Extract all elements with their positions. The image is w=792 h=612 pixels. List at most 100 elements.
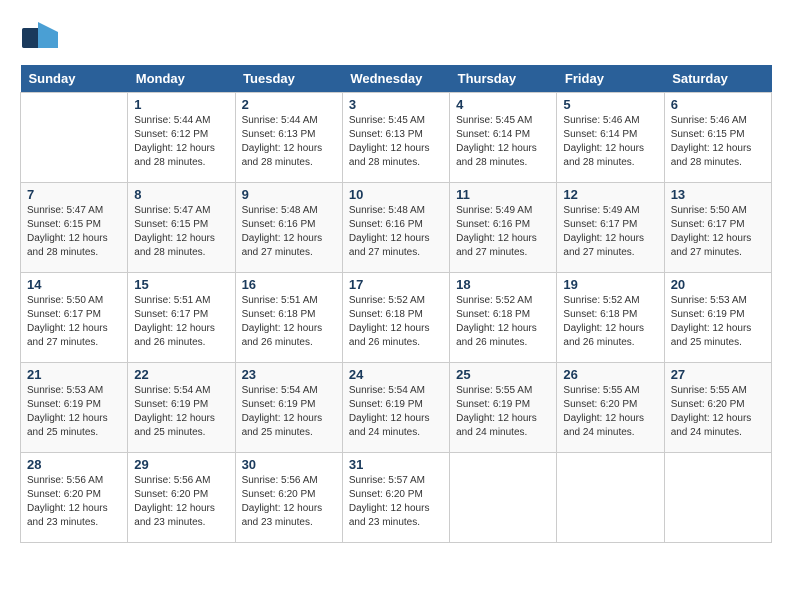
day-number: 15 <box>134 277 228 292</box>
day-number: 6 <box>671 97 765 112</box>
calendar-cell: 2 Sunrise: 5:44 AM Sunset: 6:13 PM Dayli… <box>235 93 342 183</box>
calendar-cell: 24 Sunrise: 5:54 AM Sunset: 6:19 PM Dayl… <box>342 363 449 453</box>
day-number: 16 <box>242 277 336 292</box>
day-info: Sunrise: 5:54 AM Sunset: 6:19 PM Dayligh… <box>134 384 228 440</box>
day-info: Sunrise: 5:44 AM Sunset: 6:12 PM Dayligh… <box>134 114 228 170</box>
day-info: Sunrise: 5:54 AM Sunset: 6:19 PM Dayligh… <box>242 384 336 440</box>
week-row-2: 7 Sunrise: 5:47 AM Sunset: 6:15 PM Dayli… <box>21 183 772 273</box>
day-number: 24 <box>349 367 443 382</box>
calendar-cell: 18 Sunrise: 5:52 AM Sunset: 6:18 PM Dayl… <box>450 273 557 363</box>
calendar-cell: 13 Sunrise: 5:50 AM Sunset: 6:17 PM Dayl… <box>664 183 771 273</box>
calendar-cell: 27 Sunrise: 5:55 AM Sunset: 6:20 PM Dayl… <box>664 363 771 453</box>
day-number: 4 <box>456 97 550 112</box>
calendar-cell: 30 Sunrise: 5:56 AM Sunset: 6:20 PM Dayl… <box>235 453 342 543</box>
day-number: 26 <box>563 367 657 382</box>
col-header-tuesday: Tuesday <box>235 65 342 93</box>
day-info: Sunrise: 5:47 AM Sunset: 6:15 PM Dayligh… <box>27 204 121 260</box>
day-info: Sunrise: 5:53 AM Sunset: 6:19 PM Dayligh… <box>671 294 765 350</box>
calendar-cell: 31 Sunrise: 5:57 AM Sunset: 6:20 PM Dayl… <box>342 453 449 543</box>
day-number: 20 <box>671 277 765 292</box>
day-info: Sunrise: 5:57 AM Sunset: 6:20 PM Dayligh… <box>349 474 443 530</box>
week-row-1: 1 Sunrise: 5:44 AM Sunset: 6:12 PM Dayli… <box>21 93 772 183</box>
page-header <box>20 20 772 55</box>
day-number: 1 <box>134 97 228 112</box>
day-number: 25 <box>456 367 550 382</box>
day-number: 27 <box>671 367 765 382</box>
day-info: Sunrise: 5:53 AM Sunset: 6:19 PM Dayligh… <box>27 384 121 440</box>
calendar-cell: 22 Sunrise: 5:54 AM Sunset: 6:19 PM Dayl… <box>128 363 235 453</box>
day-info: Sunrise: 5:49 AM Sunset: 6:16 PM Dayligh… <box>456 204 550 260</box>
day-number: 7 <box>27 187 121 202</box>
calendar-cell: 25 Sunrise: 5:55 AM Sunset: 6:19 PM Dayl… <box>450 363 557 453</box>
calendar-cell: 15 Sunrise: 5:51 AM Sunset: 6:17 PM Dayl… <box>128 273 235 363</box>
day-number: 31 <box>349 457 443 472</box>
day-number: 29 <box>134 457 228 472</box>
calendar-cell: 14 Sunrise: 5:50 AM Sunset: 6:17 PM Dayl… <box>21 273 128 363</box>
day-info: Sunrise: 5:55 AM Sunset: 6:20 PM Dayligh… <box>671 384 765 440</box>
day-info: Sunrise: 5:55 AM Sunset: 6:20 PM Dayligh… <box>563 384 657 440</box>
col-header-saturday: Saturday <box>664 65 771 93</box>
day-info: Sunrise: 5:56 AM Sunset: 6:20 PM Dayligh… <box>242 474 336 530</box>
day-number: 5 <box>563 97 657 112</box>
calendar-cell: 12 Sunrise: 5:49 AM Sunset: 6:17 PM Dayl… <box>557 183 664 273</box>
col-header-friday: Friday <box>557 65 664 93</box>
calendar-cell: 9 Sunrise: 5:48 AM Sunset: 6:16 PM Dayli… <box>235 183 342 273</box>
calendar-cell <box>21 93 128 183</box>
day-info: Sunrise: 5:56 AM Sunset: 6:20 PM Dayligh… <box>27 474 121 530</box>
day-number: 8 <box>134 187 228 202</box>
calendar-cell: 10 Sunrise: 5:48 AM Sunset: 6:16 PM Dayl… <box>342 183 449 273</box>
col-header-wednesday: Wednesday <box>342 65 449 93</box>
col-header-sunday: Sunday <box>21 65 128 93</box>
calendar-header-row: SundayMondayTuesdayWednesdayThursdayFrid… <box>21 65 772 93</box>
day-info: Sunrise: 5:48 AM Sunset: 6:16 PM Dayligh… <box>242 204 336 260</box>
calendar-cell: 17 Sunrise: 5:52 AM Sunset: 6:18 PM Dayl… <box>342 273 449 363</box>
day-info: Sunrise: 5:48 AM Sunset: 6:16 PM Dayligh… <box>349 204 443 260</box>
day-info: Sunrise: 5:49 AM Sunset: 6:17 PM Dayligh… <box>563 204 657 260</box>
day-number: 9 <box>242 187 336 202</box>
calendar-table: SundayMondayTuesdayWednesdayThursdayFrid… <box>20 65 772 543</box>
day-number: 12 <box>563 187 657 202</box>
col-header-monday: Monday <box>128 65 235 93</box>
calendar-cell: 19 Sunrise: 5:52 AM Sunset: 6:18 PM Dayl… <box>557 273 664 363</box>
calendar-cell: 6 Sunrise: 5:46 AM Sunset: 6:15 PM Dayli… <box>664 93 771 183</box>
calendar-cell: 8 Sunrise: 5:47 AM Sunset: 6:15 PM Dayli… <box>128 183 235 273</box>
calendar-cell: 3 Sunrise: 5:45 AM Sunset: 6:13 PM Dayli… <box>342 93 449 183</box>
calendar-cell: 20 Sunrise: 5:53 AM Sunset: 6:19 PM Dayl… <box>664 273 771 363</box>
logo <box>20 20 64 55</box>
day-info: Sunrise: 5:45 AM Sunset: 6:13 PM Dayligh… <box>349 114 443 170</box>
day-info: Sunrise: 5:50 AM Sunset: 6:17 PM Dayligh… <box>27 294 121 350</box>
day-info: Sunrise: 5:54 AM Sunset: 6:19 PM Dayligh… <box>349 384 443 440</box>
calendar-cell <box>450 453 557 543</box>
day-number: 23 <box>242 367 336 382</box>
col-header-thursday: Thursday <box>450 65 557 93</box>
day-number: 30 <box>242 457 336 472</box>
calendar-cell: 7 Sunrise: 5:47 AM Sunset: 6:15 PM Dayli… <box>21 183 128 273</box>
day-number: 21 <box>27 367 121 382</box>
day-number: 10 <box>349 187 443 202</box>
day-number: 22 <box>134 367 228 382</box>
day-info: Sunrise: 5:56 AM Sunset: 6:20 PM Dayligh… <box>134 474 228 530</box>
day-number: 11 <box>456 187 550 202</box>
day-number: 3 <box>349 97 443 112</box>
calendar-cell <box>664 453 771 543</box>
day-info: Sunrise: 5:51 AM Sunset: 6:18 PM Dayligh… <box>242 294 336 350</box>
week-row-3: 14 Sunrise: 5:50 AM Sunset: 6:17 PM Dayl… <box>21 273 772 363</box>
calendar-cell: 23 Sunrise: 5:54 AM Sunset: 6:19 PM Dayl… <box>235 363 342 453</box>
calendar-cell: 28 Sunrise: 5:56 AM Sunset: 6:20 PM Dayl… <box>21 453 128 543</box>
day-info: Sunrise: 5:44 AM Sunset: 6:13 PM Dayligh… <box>242 114 336 170</box>
day-info: Sunrise: 5:51 AM Sunset: 6:17 PM Dayligh… <box>134 294 228 350</box>
day-info: Sunrise: 5:47 AM Sunset: 6:15 PM Dayligh… <box>134 204 228 260</box>
calendar-cell: 29 Sunrise: 5:56 AM Sunset: 6:20 PM Dayl… <box>128 453 235 543</box>
day-number: 28 <box>27 457 121 472</box>
day-info: Sunrise: 5:46 AM Sunset: 6:15 PM Dayligh… <box>671 114 765 170</box>
day-info: Sunrise: 5:55 AM Sunset: 6:19 PM Dayligh… <box>456 384 550 440</box>
calendar-cell: 5 Sunrise: 5:46 AM Sunset: 6:14 PM Dayli… <box>557 93 664 183</box>
day-info: Sunrise: 5:46 AM Sunset: 6:14 PM Dayligh… <box>563 114 657 170</box>
day-info: Sunrise: 5:52 AM Sunset: 6:18 PM Dayligh… <box>349 294 443 350</box>
calendar-cell: 11 Sunrise: 5:49 AM Sunset: 6:16 PM Dayl… <box>450 183 557 273</box>
day-number: 14 <box>27 277 121 292</box>
day-info: Sunrise: 5:52 AM Sunset: 6:18 PM Dayligh… <box>456 294 550 350</box>
day-info: Sunrise: 5:50 AM Sunset: 6:17 PM Dayligh… <box>671 204 765 260</box>
week-row-5: 28 Sunrise: 5:56 AM Sunset: 6:20 PM Dayl… <box>21 453 772 543</box>
calendar-cell: 1 Sunrise: 5:44 AM Sunset: 6:12 PM Dayli… <box>128 93 235 183</box>
